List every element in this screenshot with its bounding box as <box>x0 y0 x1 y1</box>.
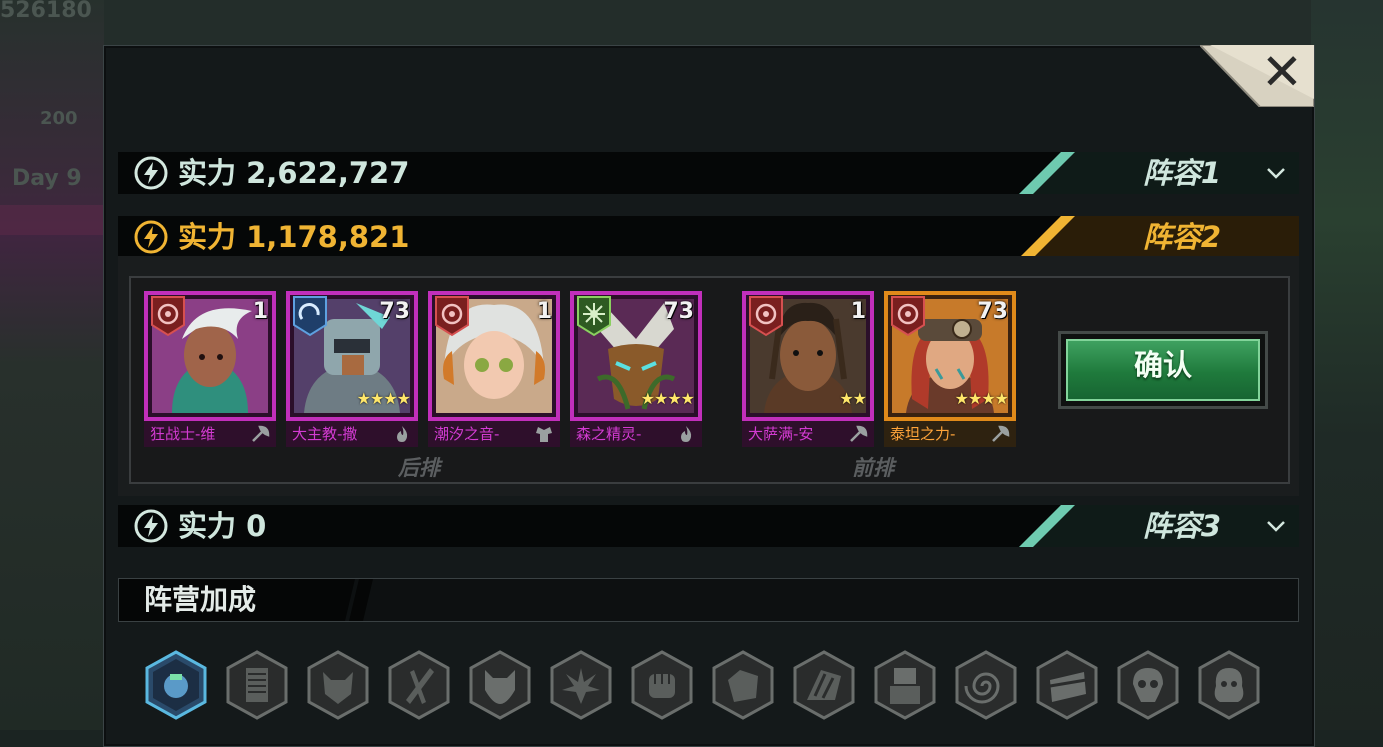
chevron-down-icon[interactable] <box>1265 162 1287 184</box>
plant-faction-icon[interactable] <box>548 650 614 720</box>
team-row-2[interactable]: 实力 1,178,821 阵容2 <box>118 216 1299 258</box>
dog-faction-icon[interactable] <box>467 650 533 720</box>
nature-faction-icon <box>577 296 611 337</box>
hero-name: 狂战士-维 <box>150 425 216 443</box>
hero-slot-5[interactable]: 1 ★★ 大萨满-安 <box>742 291 874 447</box>
robot-faction-icon[interactable] <box>872 650 938 720</box>
tech-faction-icon <box>293 296 327 337</box>
target-faction-icon <box>151 296 185 337</box>
hero-stars: ★★★★ <box>954 389 1009 408</box>
background-day: Day 9 <box>12 166 82 191</box>
chest-faction-icon[interactable] <box>1034 650 1100 720</box>
axe-icon <box>252 425 270 442</box>
hero-level: 73 <box>663 299 694 324</box>
power-label: 实力 <box>178 509 237 543</box>
armor-icon <box>536 427 552 442</box>
flame-icon <box>397 426 408 442</box>
axe-icon <box>992 425 1010 442</box>
target-faction-icon <box>749 296 783 337</box>
spiral-faction-icon[interactable] <box>953 650 1019 720</box>
chevron-down-icon[interactable] <box>1265 515 1287 537</box>
power-label: 实力 <box>178 156 237 190</box>
close-icon: ✕ <box>1261 43 1303 101</box>
confirm-label: 确认 <box>1133 348 1192 382</box>
hero-name: 大主教-撒 <box>292 425 358 443</box>
hero-name: 森之精灵- <box>576 425 642 443</box>
hero-slot-4[interactable]: 73 ★★★★ 森之精灵- <box>570 291 702 447</box>
faction-bonus-title: 阵营加成 <box>144 583 257 616</box>
wing-faction-icon[interactable] <box>791 650 857 720</box>
hero-name: 泰坦之力- <box>890 425 956 443</box>
back-row-label: 后排 <box>398 456 440 480</box>
power-icon <box>134 509 168 543</box>
hero-slot-1[interactable]: 1 狂战士-维 <box>144 291 276 447</box>
power-icon <box>134 220 168 254</box>
hero-slot-6[interactable]: 73 ★★★★ 泰坦之力- <box>884 291 1016 447</box>
target-faction-icon <box>435 296 469 337</box>
front-row-label: 前排 <box>852 456 894 480</box>
team-tab-label: 阵容1 <box>1142 156 1221 190</box>
mech-faction-icon[interactable] <box>143 650 209 720</box>
scroll-faction-icon[interactable] <box>224 650 290 720</box>
hero-level: 73 <box>977 299 1008 324</box>
hero-slot-2[interactable]: 73 ★★★★ 大主教-撒 <box>286 291 418 447</box>
skull-faction-icon[interactable] <box>1115 650 1181 720</box>
ghost-faction-icon[interactable] <box>1196 650 1262 720</box>
hero-name: 潮汐之音- <box>434 425 500 443</box>
power-value: 2,622,727 <box>246 156 410 190</box>
blade-faction-icon[interactable] <box>386 650 452 720</box>
team-row-3[interactable]: 实力 0 阵容3 <box>118 505 1299 547</box>
hero-stars: ★★★★ <box>356 389 411 408</box>
power-label: 实力 <box>178 220 237 254</box>
hero-name: 大萨满-安 <box>748 425 814 443</box>
flame-icon <box>681 426 692 442</box>
team-row-1[interactable]: 实力 2,622,727 阵容1 <box>118 152 1299 194</box>
hero-stars: ★★ <box>839 389 867 408</box>
background-right <box>1311 0 1383 730</box>
power-value: 0 <box>246 509 267 543</box>
background-number: 526180 <box>0 0 92 23</box>
beast-faction-icon[interactable] <box>305 650 371 720</box>
tank-faction-icon[interactable] <box>710 650 776 720</box>
axe-icon <box>850 425 868 442</box>
hero-level: 1 <box>536 299 552 324</box>
power-icon <box>134 156 168 190</box>
confirm-button[interactable]: 确认 <box>1058 331 1268 409</box>
power-value: 1,178,821 <box>246 220 410 254</box>
hero-level: 1 <box>252 299 268 324</box>
hero-slot-3[interactable]: 1 潮汐之音- <box>428 291 560 447</box>
hero-level: 73 <box>379 299 410 324</box>
hero-level: 1 <box>850 299 866 324</box>
background-number-2: 200 <box>40 108 78 129</box>
target-faction-icon <box>891 296 925 337</box>
background-top <box>104 0 1314 45</box>
fist-faction-icon[interactable] <box>629 650 695 720</box>
team-tab-label: 阵容3 <box>1142 509 1221 543</box>
hero-stars: ★★★★ <box>640 389 695 408</box>
team-tab-label: 阵容2 <box>1142 220 1221 254</box>
